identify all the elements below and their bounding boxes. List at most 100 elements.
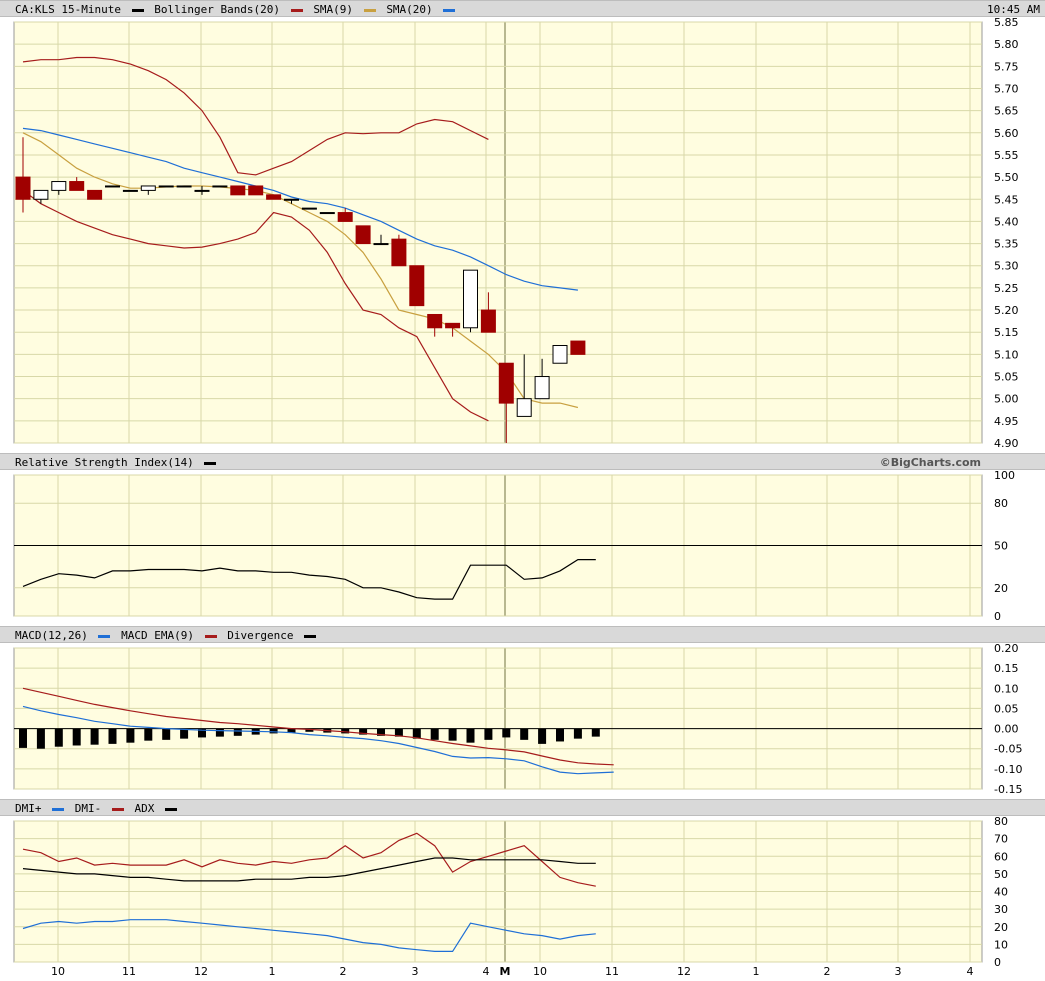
- y-tick-label: 100: [994, 469, 1015, 482]
- y-tick-label: 40: [994, 886, 1008, 899]
- y-tick-label: 70: [994, 833, 1008, 846]
- y-tick-label: 10: [994, 938, 1008, 951]
- y-tick-label: 5.20: [994, 304, 1019, 317]
- candle-body: [15, 176, 31, 200]
- candle-body: [140, 185, 156, 191]
- divergence-bar: [108, 728, 117, 744]
- divergence-bar: [448, 728, 457, 741]
- divergence-bar: [538, 728, 547, 744]
- y-tick-label: 0.15: [994, 662, 1019, 675]
- candle-body: [87, 189, 103, 200]
- candle-body: [51, 181, 67, 191]
- x-tick-label: 3: [895, 965, 902, 978]
- x-tick-label: 2: [340, 965, 347, 978]
- candle-body: [176, 185, 192, 188]
- divergence-bar: [484, 728, 493, 740]
- divergence-bar: [90, 728, 99, 745]
- candle-body: [570, 340, 586, 355]
- y-tick-label: 80: [994, 815, 1008, 828]
- y-tick-label: 5.60: [994, 127, 1019, 140]
- y-tick-label: 30: [994, 903, 1008, 916]
- chart-canvas: 5.85 5.80 5.75 5.70 5.65 5.60 5.55 5.50 5.45 5.40…: [13, 16, 1022, 978]
- divergence-bar: [54, 728, 63, 747]
- x-tick-label: 1: [753, 965, 760, 978]
- y-tick-label: 20: [994, 582, 1008, 595]
- divergence-bar: [72, 728, 81, 746]
- x-tick-label: 4: [967, 965, 974, 978]
- x-tick-label: 12: [194, 965, 208, 978]
- y-tick-label: 0.10: [994, 682, 1019, 695]
- candle-body: [409, 265, 425, 307]
- candle-body: [445, 322, 461, 329]
- candle-body: [158, 185, 174, 188]
- y-tick-label: 0.05: [994, 702, 1019, 715]
- candle-body: [301, 207, 317, 210]
- x-tick-label: 11: [605, 965, 619, 978]
- y-tick-label: -0.15: [994, 783, 1022, 796]
- y-tick-label: 5.65: [994, 105, 1019, 118]
- y-tick-label: 50: [994, 868, 1008, 881]
- y-tick-label: 5.00: [994, 393, 1019, 406]
- divergence-bar: [126, 728, 135, 743]
- candle-body: [534, 376, 550, 400]
- candle-body: [516, 398, 532, 417]
- y-tick-label: 5.25: [994, 282, 1019, 295]
- y-tick-label: 80: [994, 497, 1008, 510]
- candle-body: [319, 212, 335, 215]
- y-tick-label: 4.90: [994, 437, 1019, 450]
- y-tick-label: 5.85: [994, 16, 1019, 29]
- divergence-bar: [573, 728, 582, 739]
- candle-body: [284, 198, 299, 201]
- y-tick-label: 5.05: [994, 371, 1019, 384]
- divergence-bar: [466, 728, 475, 743]
- y-tick-label: 0.20: [994, 642, 1019, 655]
- panel-2-background: [13, 647, 983, 790]
- candle-body: [122, 189, 138, 192]
- candle-body: [498, 362, 514, 404]
- y-tick-label: 5.10: [994, 348, 1019, 361]
- x-tick-label: 4: [483, 965, 490, 978]
- x-tick-label: 12: [677, 965, 691, 978]
- y-tick-label: 5.15: [994, 326, 1019, 339]
- candle-body: [212, 185, 228, 188]
- y-tick-label: -0.05: [994, 743, 1022, 756]
- y-tick-label: 5.70: [994, 82, 1019, 95]
- y-tick-label: 0: [994, 610, 1001, 623]
- divergence-bar: [215, 728, 224, 737]
- y-tick-label: -0.10: [994, 763, 1022, 776]
- divergence-bar: [233, 728, 242, 736]
- x-tick-label: 11: [122, 965, 136, 978]
- x-tick-label: 10: [533, 965, 547, 978]
- x-tick-label: 10: [51, 965, 65, 978]
- y-tick-label: 5.40: [994, 215, 1019, 228]
- y-tick-label: 5.55: [994, 149, 1019, 162]
- y-tick-label: 5.30: [994, 260, 1019, 273]
- y-tick-label: 50: [994, 540, 1008, 553]
- y-tick-label: 20: [994, 921, 1008, 934]
- divergence-bar: [520, 728, 529, 740]
- divergence-bar: [162, 728, 171, 740]
- divergence-bar: [591, 728, 600, 737]
- candle-body: [463, 269, 478, 329]
- divergence-bar: [36, 728, 45, 749]
- candle-body: [391, 238, 407, 267]
- y-tick-label: 5.45: [994, 193, 1019, 206]
- y-tick-label: 5.80: [994, 38, 1019, 51]
- candle-body: [69, 181, 85, 191]
- candle-body: [266, 194, 282, 200]
- candle-body: [33, 189, 49, 200]
- candle-body: [105, 185, 120, 188]
- candle-body: [355, 225, 371, 245]
- x-tick-label: 3: [412, 965, 419, 978]
- candle-body: [337, 212, 353, 222]
- y-tick-label: 5.35: [994, 238, 1019, 251]
- y-tick-label: 4.95: [994, 415, 1019, 428]
- divergence-bar: [269, 728, 278, 734]
- y-tick-label: 0: [994, 956, 1001, 969]
- y-tick-label: 5.75: [994, 60, 1019, 73]
- candle-body: [552, 345, 568, 364]
- y-tick-label: 0.00: [994, 723, 1019, 736]
- divergence-bar: [430, 728, 439, 740]
- divergence-bar: [144, 728, 153, 741]
- panel-0-background: [13, 21, 983, 444]
